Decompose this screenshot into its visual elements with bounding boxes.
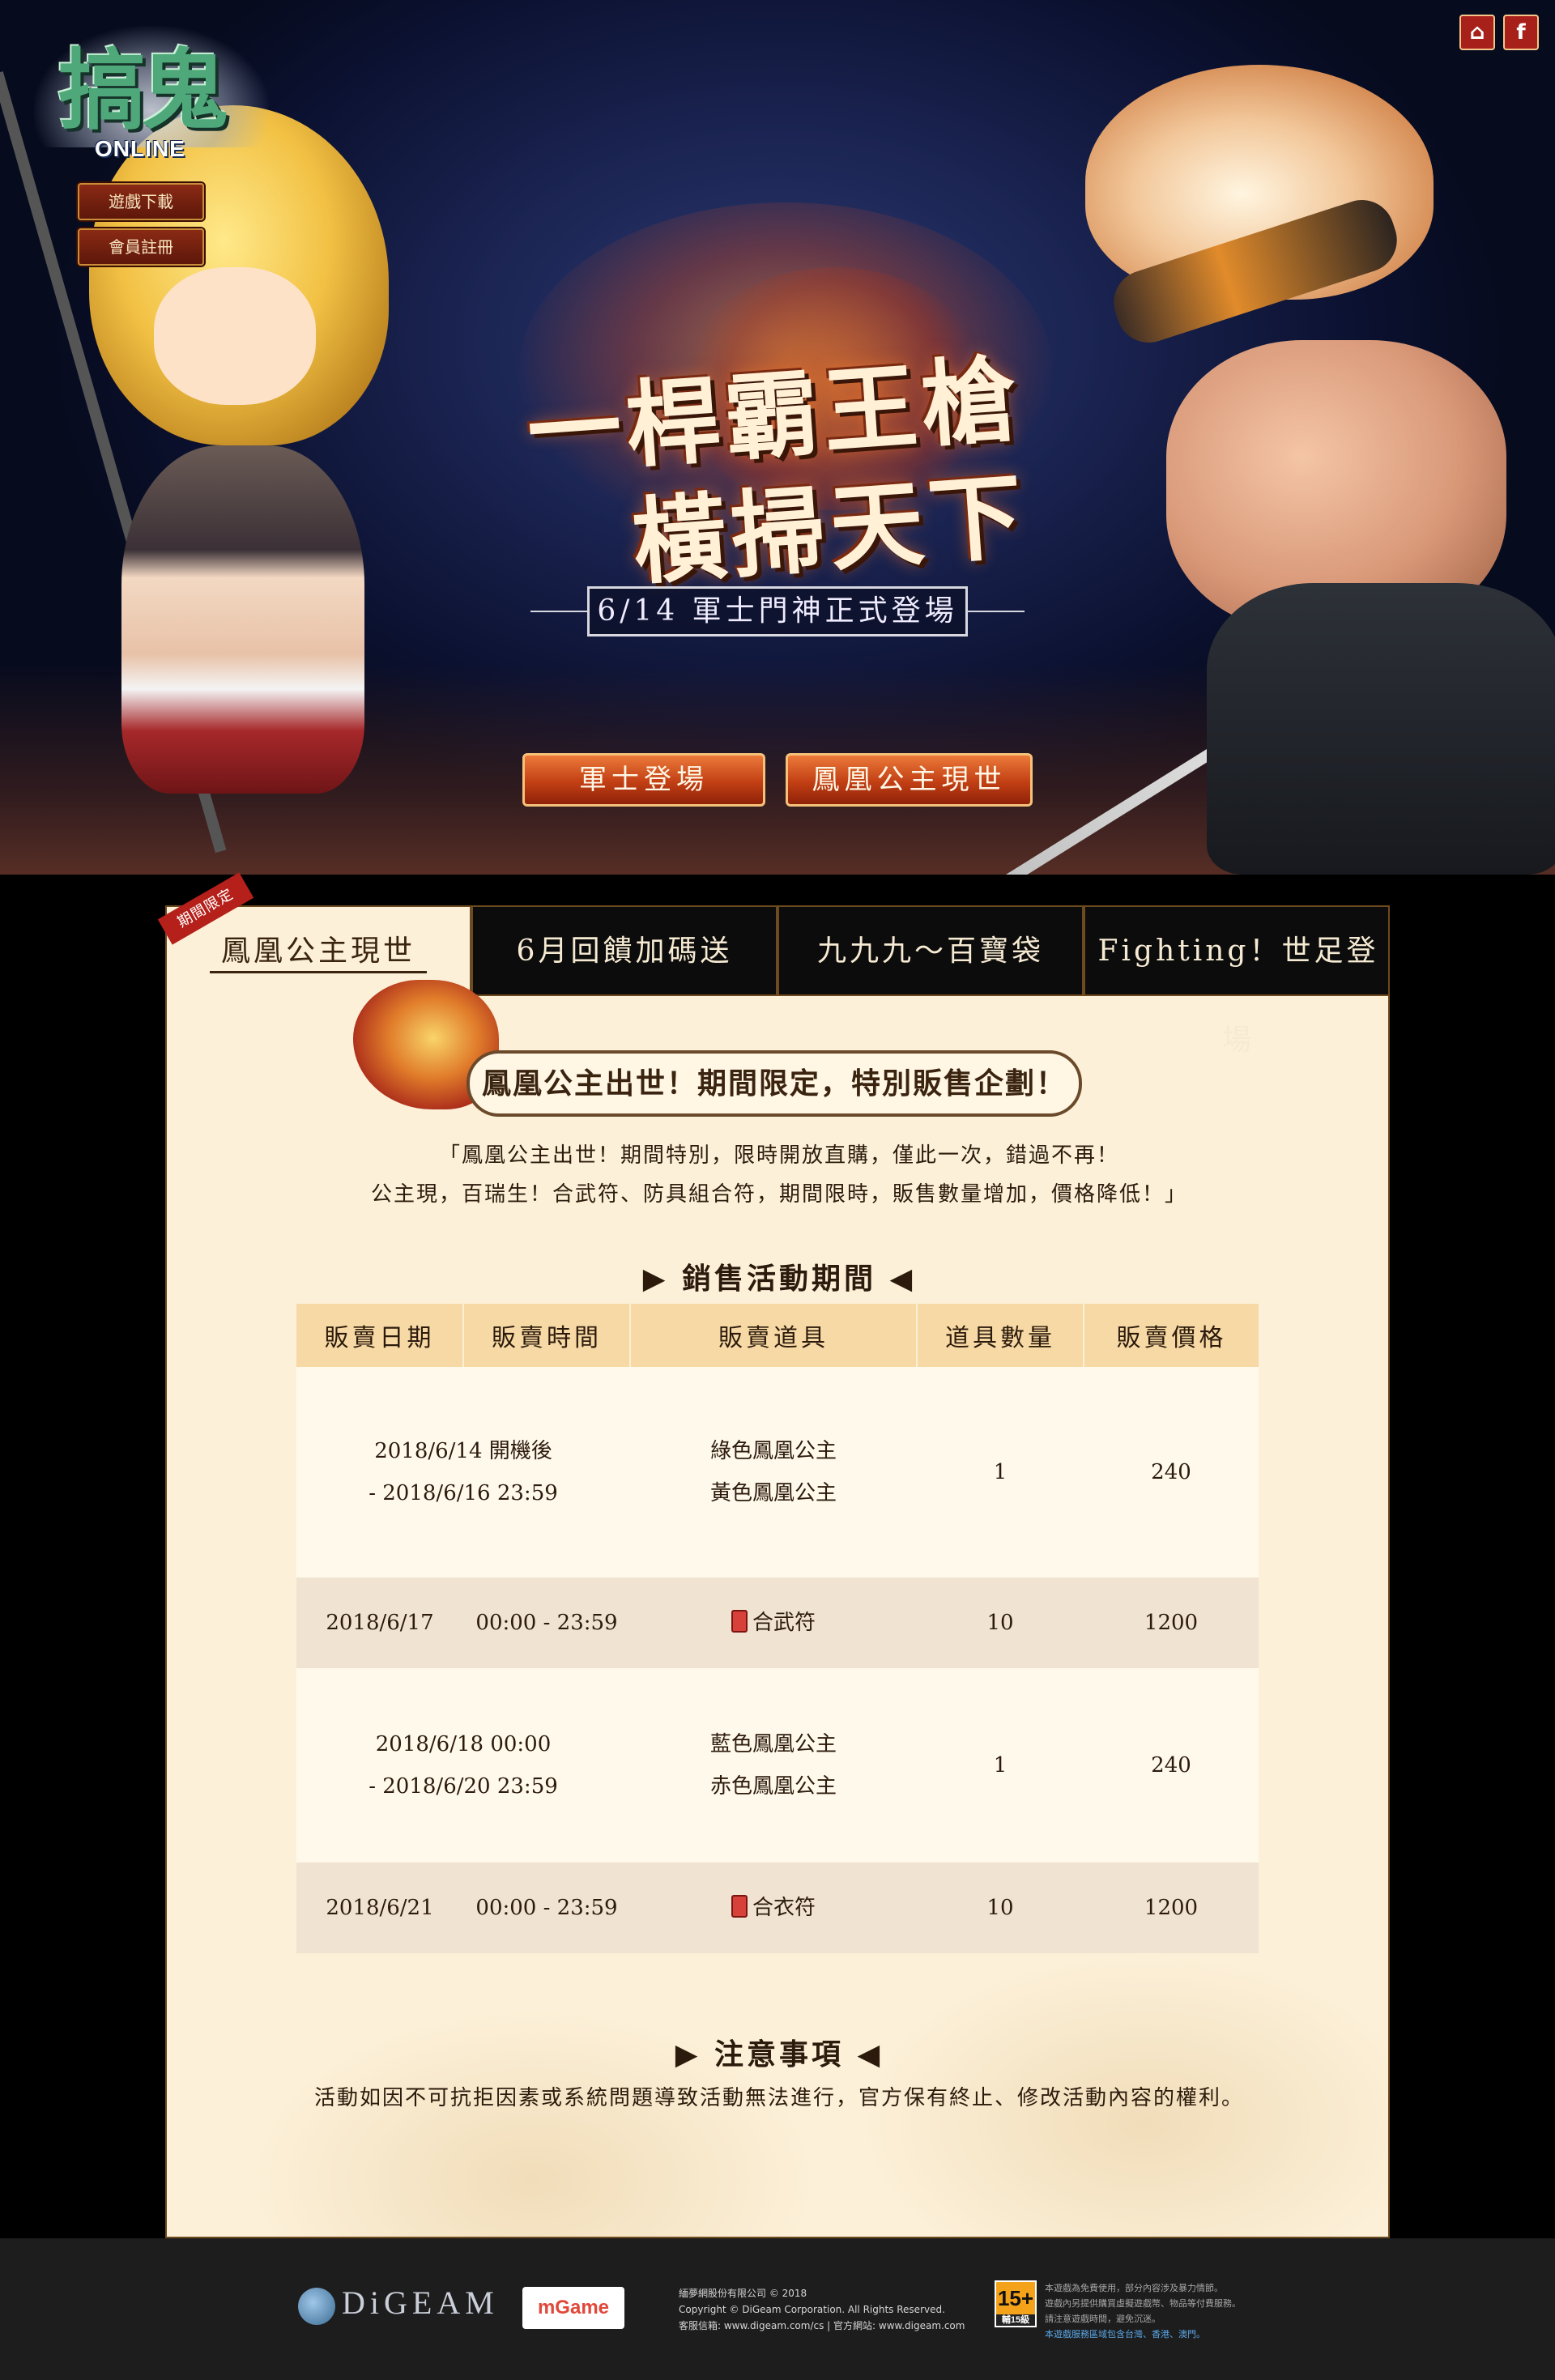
- tab-lucky-bag[interactable]: 九九九～百寶袋: [779, 907, 1085, 996]
- col-time: 販賣時間: [463, 1304, 631, 1367]
- hero-title-line2: 橫掃天下: [628, 461, 1031, 598]
- footer: DiGEAM mGame 緬夢網股份有限公司 © 2018 Copyright …: [0, 2238, 1555, 2380]
- sales-period-title: ▶ 銷售活動期間 ◀: [642, 1262, 916, 1296]
- cell-price: 1200: [1084, 1863, 1259, 1953]
- table-row: 2018/6/18 00:00 - 2018/6/20 23:59 藍色鳳凰公主…: [296, 1668, 1259, 1863]
- intro-line-1: 「鳳凰公主出世！期間特別，限時開放直購，僅此一次，錯過不再！: [438, 1143, 1119, 1168]
- date-banner: 6/14 軍士門神正式登場: [530, 583, 1025, 640]
- table-row: 2018/6/21 00:00 - 23:59 合衣符 10 1200: [296, 1863, 1259, 1953]
- notice-title: ▶ 注意事項 ◀: [675, 2037, 884, 2071]
- table-header-row: 販賣日期 販賣時間 販賣道具 道具數量 販賣價格: [296, 1304, 1259, 1367]
- logo-title: 搞鬼: [58, 40, 228, 142]
- cell-price: 1200: [1084, 1577, 1259, 1668]
- cell-time: 00:00 - 23:59: [463, 1577, 630, 1668]
- soldier-debut-button[interactable]: 軍士登場: [522, 753, 765, 807]
- cell-qty: 1: [917, 1668, 1084, 1863]
- cell-qty: 1: [917, 1367, 1084, 1577]
- game-logo[interactable]: 搞鬼 ONLINE: [34, 18, 269, 164]
- logo-online: ONLINE: [95, 136, 185, 161]
- cell-item: 綠色鳳凰公主 黃色鳳凰公主: [630, 1367, 917, 1577]
- warrior-illustration: [956, 32, 1555, 875]
- sales-table: 販賣日期 販賣時間 販賣道具 道具數量 販賣價格 2018/6/14 開機後 -…: [296, 1304, 1259, 1953]
- phoenix-princess-button[interactable]: 鳳凰公主現世: [786, 753, 1033, 807]
- digeam-logo[interactable]: DiGEAM: [298, 2284, 499, 2325]
- cell-item: 合衣符: [630, 1863, 917, 1953]
- copyright: 緬夢網股份有限公司 © 2018 Copyright © DiGeam Corp…: [679, 2288, 965, 2331]
- col-item: 販賣道具: [630, 1304, 918, 1367]
- cell-date: 2018/6/17: [296, 1577, 463, 1668]
- col-qty: 道具數量: [917, 1304, 1084, 1367]
- cell-date: 2018/6/18 00:00 - 2018/6/20 23:59: [296, 1668, 630, 1863]
- hero-banner: 搞鬼 ONLINE 遊戲下載 會員註冊 ⌂ f 一桿霸王槍 橫掃天下 6/14 …: [0, 0, 1555, 875]
- date-banner-text: 6/14 軍士門神正式登場: [587, 586, 968, 637]
- notice-text: 活動如因不可抗拒因素或系統問題導致活動無法進行，官方保有終止、修改活動內容的權利…: [313, 2086, 1244, 2110]
- cell-qty: 10: [917, 1577, 1084, 1668]
- event-heading: 鳳凰公主出世！期間限定，特別販售企劃！: [466, 1050, 1082, 1117]
- event-panel: 鳳凰公主現世 6月回饋加碼送 九九九～百寶袋 Fighting！世足登場 鳳凰公…: [165, 905, 1390, 2238]
- event-heading-text: 鳳凰公主出世！期間限定，特別販售企劃！: [481, 1067, 1067, 1101]
- download-button[interactable]: 遊戲下載: [78, 183, 204, 220]
- col-date: 販賣日期: [296, 1304, 464, 1367]
- cell-price: 240: [1084, 1668, 1259, 1863]
- table-row: 2018/6/17 00:00 - 23:59 合武符 10 1200: [296, 1577, 1259, 1668]
- col-price: 販賣價格: [1084, 1304, 1259, 1367]
- talisman-icon: [731, 1610, 748, 1633]
- cell-time: 00:00 - 23:59: [463, 1863, 630, 1953]
- tab-june-rewards[interactable]: 6月回饋加碼送: [473, 907, 779, 996]
- digeam-mark-icon: [298, 2287, 335, 2325]
- home-icon[interactable]: ⌂: [1459, 15, 1495, 50]
- cell-qty: 10: [917, 1863, 1084, 1953]
- talisman-icon: [731, 1895, 748, 1918]
- intro-line-2: 公主現，百瑞生！合武符、防具組合符，期間限時，販售數量增加，價格降低！」: [370, 1182, 1187, 1207]
- mygame-logo[interactable]: mGame: [522, 2287, 624, 2329]
- table-row: 2018/6/14 開機後 - 2018/6/16 23:59 綠色鳳凰公主 黃…: [296, 1367, 1259, 1577]
- cell-item: 合武符: [630, 1577, 917, 1668]
- cell-price: 240: [1084, 1367, 1259, 1577]
- event-tabs: 鳳凰公主現世 6月回饋加碼送 九九九～百寶袋 Fighting！世足登場: [167, 907, 1388, 1057]
- tab-world-cup[interactable]: Fighting！世足登場: [1085, 907, 1388, 1057]
- age-rating-badge: 15+ 輔15級: [995, 2280, 1037, 2327]
- facebook-icon[interactable]: f: [1503, 15, 1539, 50]
- tab-label: 鳳凰公主現世: [209, 935, 427, 973]
- cell-date: 2018/6/14 開機後 - 2018/6/16 23:59: [296, 1367, 630, 1577]
- register-button[interactable]: 會員註冊: [78, 228, 204, 266]
- rating-notice: 本遊戲為免費使用，部分內容涉及暴力情節。 遊戲內另提供購買虛擬遊戲幣、物品等付費…: [1045, 2283, 1241, 2340]
- cell-date: 2018/6/21: [296, 1863, 463, 1953]
- cell-item: 藍色鳳凰公主 赤色鳳凰公主: [630, 1668, 917, 1863]
